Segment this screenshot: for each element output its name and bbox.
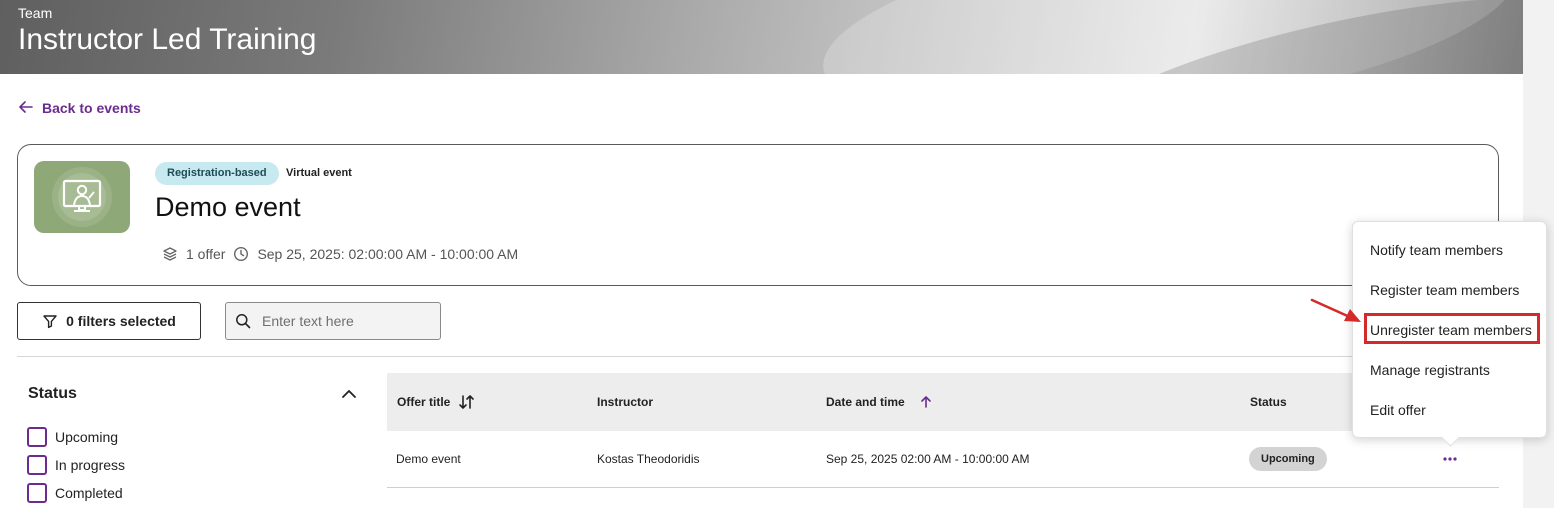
table-row: Demo event Kostas Theodoridis Sep 25, 20…: [387, 431, 1499, 488]
table-header: Offer title Instructor Date and time Sta…: [387, 373, 1499, 431]
column-date-time[interactable]: Date and time: [826, 373, 933, 431]
column-label: Date and time: [826, 395, 905, 409]
search-input[interactable]: [262, 313, 422, 329]
cell-date-time: Sep 25, 2025 02:00 AM - 10:00:00 AM: [826, 452, 1030, 466]
offer-count: 1 offer: [186, 246, 226, 262]
instructor-screen-icon: [52, 167, 112, 227]
event-thumbnail: [34, 161, 130, 233]
checkbox[interactable]: [27, 483, 47, 503]
layers-icon: [163, 247, 177, 261]
status-filter-heading: Status: [28, 385, 77, 402]
column-label: Instructor: [597, 395, 654, 409]
back-to-events-link[interactable]: Back to events: [19, 100, 141, 116]
event-type-label: Virtual event: [286, 167, 352, 179]
page-title: Instructor Led Training: [18, 23, 317, 56]
checkbox[interactable]: [27, 427, 47, 447]
search-icon: [236, 314, 251, 329]
column-status[interactable]: Status: [1250, 373, 1287, 431]
menu-item-register[interactable]: Register team members: [1370, 282, 1519, 298]
registration-badge: Registration-based: [155, 162, 279, 185]
column-label: Status: [1250, 395, 1287, 409]
cell-offer-title: Demo event: [396, 452, 461, 466]
status-option-in-progress[interactable]: In progress: [27, 455, 125, 475]
menu-item-notify[interactable]: Notify team members: [1370, 242, 1503, 258]
arrow-left-icon: [19, 100, 33, 116]
event-title: Demo event: [155, 192, 301, 222]
highlight-annotation: [1364, 313, 1540, 344]
chevron-up-icon[interactable]: [341, 387, 357, 405]
cell-instructor: Kostas Theodoridis: [597, 452, 700, 466]
annotation-arrow-icon: [1310, 298, 1361, 322]
column-label: Offer title: [397, 395, 451, 409]
divider: [17, 356, 1499, 357]
column-offer-title[interactable]: Offer title: [397, 373, 476, 431]
status-option-upcoming[interactable]: Upcoming: [27, 427, 118, 447]
event-schedule: Sep 25, 2025: 02:00:00 AM - 10:00:00 AM: [257, 246, 519, 262]
event-card: Registration-based Virtual event Demo ev…: [17, 144, 1499, 286]
banner-eyebrow: Team: [18, 5, 53, 21]
status-option-label: Upcoming: [55, 429, 119, 445]
checkbox[interactable]: [27, 455, 47, 475]
status-option-label: In progress: [55, 457, 126, 473]
page-banner: Team Instructor Led Training: [0, 0, 1523, 74]
filters-button[interactable]: 0 filters selected: [17, 302, 201, 340]
sort-arrows-icon: [459, 395, 475, 409]
column-instructor[interactable]: Instructor: [597, 373, 653, 431]
menu-item-manage-registrants[interactable]: Manage registrants: [1370, 362, 1490, 378]
status-option-completed[interactable]: Completed: [27, 483, 123, 503]
clock-icon: [234, 246, 249, 262]
search-box[interactable]: [225, 302, 441, 340]
arrow-up-icon: [920, 396, 931, 408]
cell-status: Upcoming: [1249, 431, 1327, 487]
filters-label: 0 filters selected: [66, 313, 176, 329]
funnel-icon: [43, 315, 57, 329]
status-badge: Upcoming: [1249, 447, 1327, 471]
back-link-label: Back to events: [42, 100, 141, 116]
menu-item-edit-offer[interactable]: Edit offer: [1370, 402, 1426, 418]
event-meta: 1 offer Sep 25, 2025: 02:00:00 AM - 10:0…: [162, 246, 518, 262]
status-option-label: Completed: [55, 485, 123, 501]
